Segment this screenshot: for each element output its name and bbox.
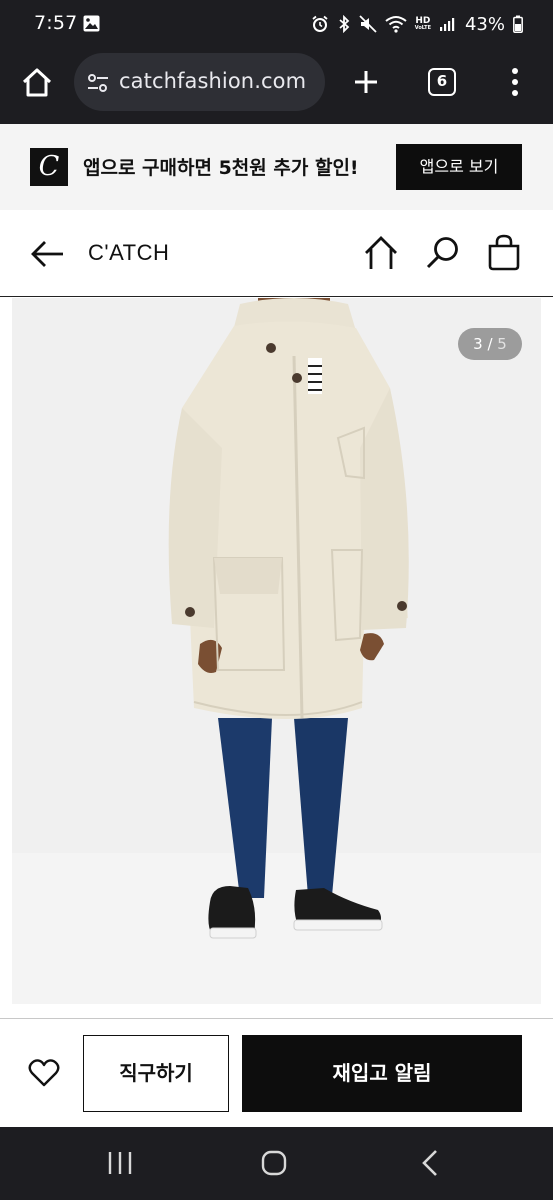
recent-apps-icon[interactable]: [106, 1149, 134, 1177]
product-image[interactable]: 3 / 5: [12, 298, 541, 1004]
product-photo: [12, 298, 541, 1004]
more-vert-icon[interactable]: [505, 66, 525, 98]
app-promo-banner: C 앱으로 구매하면 5천원 추가 할인! 앱으로 보기: [0, 124, 553, 210]
battery-percent: 43%: [464, 13, 505, 35]
url-text[interactable]: catchfashion.com: [119, 69, 306, 93]
shopping-bag-icon[interactable]: [486, 234, 522, 272]
site-header: C'ATCH: [0, 210, 553, 297]
back-arrow-icon[interactable]: [28, 234, 68, 274]
system-nav-bar: [0, 1127, 553, 1200]
site-logo[interactable]: C'ATCH: [88, 240, 169, 266]
home-icon[interactable]: [362, 234, 400, 272]
battery-icon: [513, 15, 523, 33]
home-circle-icon[interactable]: [260, 1149, 288, 1177]
alarm-icon: [312, 15, 328, 32]
site-settings-icon[interactable]: [86, 72, 110, 94]
tab-switcher-button[interactable]: 6: [428, 68, 456, 96]
status-time: 7:57: [34, 12, 78, 34]
home-icon[interactable]: [18, 64, 56, 102]
buy-direct-button[interactable]: 직구하기: [83, 1035, 229, 1112]
open-app-button[interactable]: 앱으로 보기: [396, 144, 522, 190]
address-bar[interactable]: catchfashion.com: [74, 53, 325, 111]
plus-icon[interactable]: [350, 66, 382, 98]
image-counter-badge: 3 / 5: [458, 328, 522, 360]
divider: [0, 1018, 553, 1019]
back-chevron-icon[interactable]: [418, 1147, 442, 1179]
bluetooth-icon: [339, 15, 350, 33]
wifi-icon: [385, 16, 407, 33]
app-logo: C: [30, 148, 68, 186]
browser-toolbar: catchfashion.com 6: [0, 50, 553, 124]
gallery-icon: [83, 15, 100, 32]
status-icons: HD VoLTE 43%: [311, 10, 523, 38]
mute-icon: [359, 15, 377, 33]
status-bar: 7:57 HD VoLTE 43%: [0, 0, 553, 50]
heart-icon[interactable]: [28, 1058, 60, 1088]
restock-alert-button[interactable]: 재입고 알림: [242, 1035, 522, 1112]
signal-icon: [439, 18, 455, 31]
app-promo-text: 앱으로 구매하면 5천원 추가 할인!: [83, 157, 359, 179]
search-icon[interactable]: [424, 234, 462, 272]
hd-volte-icon: HD VoLTE: [414, 16, 431, 31]
